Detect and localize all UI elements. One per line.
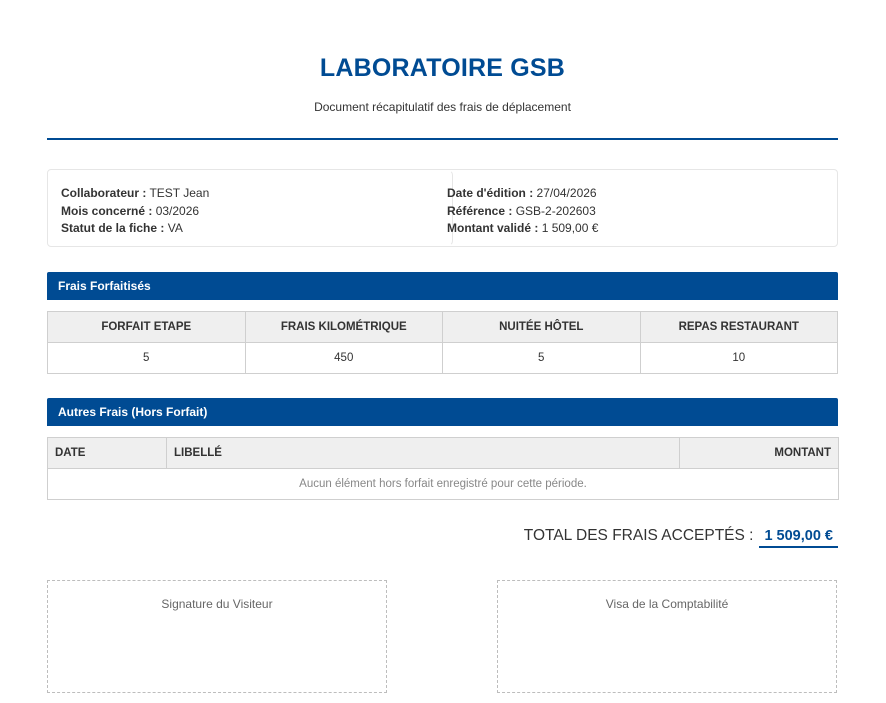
info-value: TEST Jean	[149, 186, 210, 200]
table-header-row: DATE LIBELLÉ MONTANT	[47, 437, 839, 469]
info-line-montant-valide: Montant validé : 1 509,00 €	[447, 220, 598, 238]
column-header-nuitee-hotel: NUITÉE HÔTEL	[442, 311, 641, 343]
info-line-reference: Référence : GSB-2-202603	[447, 203, 598, 221]
table-header-row: FORFAIT ETAPE FRAIS KILOMÉTRIQUE NUITÉE …	[47, 311, 838, 343]
total-value: 1 509,00 €	[759, 527, 838, 548]
section-title-hors-forfait: Autres Frais (Hors Forfait)	[47, 398, 838, 426]
section-title-frais-forfaitises: Frais Forfaitisés	[47, 272, 838, 300]
cell-frais-kilometrique: 450	[244, 342, 443, 374]
info-column-left: Collaborateur : TEST Jean Mois concerné …	[47, 170, 453, 246]
table-row: Aucun élément hors forfait enregistré po…	[47, 468, 839, 500]
accounting-visa-label: Visa de la Comptabilité	[605, 597, 729, 611]
info-column-right: Date d'édition : 27/04/2026 Référence : …	[434, 170, 838, 246]
info-value: GSB-2-202603	[515, 203, 596, 218]
cell-repas-restaurant: 10	[639, 342, 838, 374]
info-label: Collaborateur :	[61, 186, 147, 200]
visitor-signature-box: Signature du Visiteur	[47, 580, 387, 693]
info-label: Statut de la fiche :	[61, 221, 165, 235]
info-line-date-edition: Date d'édition : 27/04/2026	[447, 185, 598, 203]
total-label: TOTAL DES FRAIS ACCEPTÉS :	[523, 527, 754, 544]
header-divider	[47, 138, 838, 140]
empty-state-message: Aucun élément hors forfait enregistré po…	[47, 468, 839, 500]
column-header-repas-restaurant: REPAS RESTAURANT	[639, 311, 838, 343]
column-header-montant: MONTANT	[679, 437, 839, 469]
info-value: VA	[167, 221, 183, 235]
info-label: Montant validé :	[447, 221, 539, 235]
column-header-date: DATE	[47, 437, 167, 469]
column-header-libelle: LIBELLÉ	[166, 437, 680, 469]
info-label: Mois concerné :	[61, 203, 153, 218]
cell-nuitee-hotel: 5	[442, 342, 641, 374]
frais-forfaitises-table: FORFAIT ETAPE FRAIS KILOMÉTRIQUE NUITÉE …	[47, 311, 838, 374]
info-value: 03/2026	[155, 203, 200, 218]
page-subtitle: Document récapitulatif des frais de dépl…	[314, 100, 571, 114]
visitor-signature-label: Signature du Visiteur	[161, 597, 273, 611]
page-title: LABORATOIRE GSB	[319, 54, 566, 82]
info-label: Date d'édition :	[447, 186, 534, 200]
info-value: 1 509,00 €	[541, 221, 599, 235]
table-row: 5 450 5 10	[47, 342, 838, 374]
accounting-visa-box: Visa de la Comptabilité	[497, 580, 837, 693]
column-header-frais-kilometrique: FRAIS KILOMÉTRIQUE	[244, 311, 443, 343]
cell-forfait-etape: 5	[47, 342, 246, 374]
total-summary: TOTAL DES FRAIS ACCEPTÉS : 1 509,00 €	[524, 527, 838, 551]
info-panel: Collaborateur : TEST Jean Mois concerné …	[47, 169, 838, 247]
info-line-collaborateur: Collaborateur : TEST Jean	[61, 185, 209, 203]
info-line-mois: Mois concerné : 03/2026	[61, 203, 209, 221]
column-header-forfait-etape: FORFAIT ETAPE	[47, 311, 246, 343]
hors-forfait-table: DATE LIBELLÉ MONTANT Aucun élément hors …	[47, 437, 839, 500]
info-value: 27/04/2026	[536, 186, 597, 200]
info-label: Référence :	[447, 203, 513, 218]
info-line-statut: Statut de la fiche : VA	[61, 220, 209, 238]
